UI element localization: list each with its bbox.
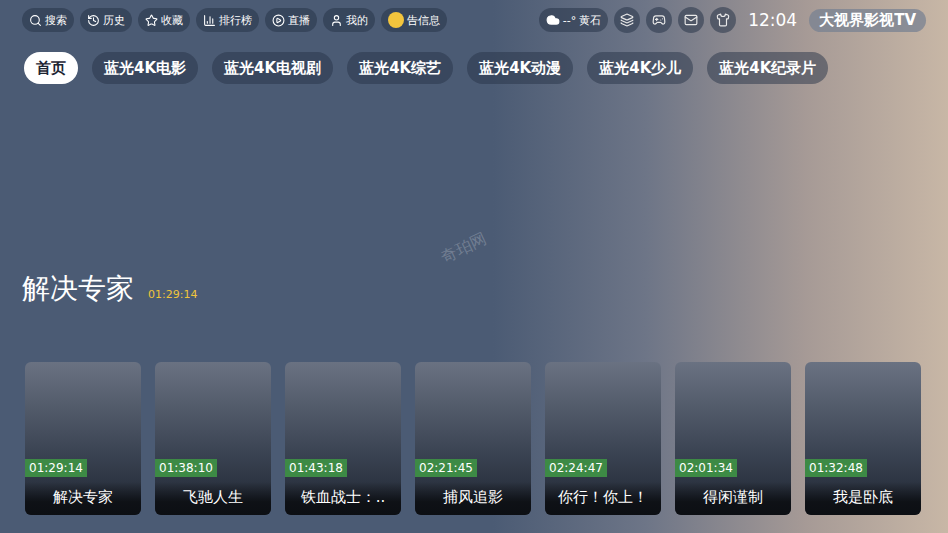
icon-button[interactable] [710,7,736,33]
movie-title: 我是卧底 [805,482,921,515]
top-button[interactable]: 搜索 [22,8,74,32]
top-bar: 搜索历史收藏排行榜直播我的告信息 --°黄石 12:04 大视界影视TV [22,7,926,33]
movie-card[interactable]: 02:21:45 捕风追影 [415,362,531,515]
cloud-icon [546,13,560,27]
icon-button[interactable] [614,7,640,33]
history-icon [87,14,100,27]
app-name: 大视界影视TV [809,9,926,32]
category-tab[interactable]: 蓝光4K少儿 [587,52,693,84]
shirt-icon [716,13,730,27]
featured-title: 解决专家 [22,270,134,308]
category-tab[interactable]: 蓝光4K电视剧 [212,52,333,84]
top-button[interactable]: 历史 [80,8,132,32]
notice-icon [388,12,404,28]
layers-icon [620,13,634,27]
duration-badge: 02:21:45 [415,459,477,477]
category-tab[interactable]: 蓝光4K纪录片 [707,52,828,84]
top-button[interactable]: 排行榜 [196,8,259,32]
duration-badge: 01:32:48 [805,459,867,477]
movie-card[interactable]: 02:01:34 得闲谨制 [675,362,791,515]
duration-badge: 01:43:18 [285,459,347,477]
watermark: 奇珀网 [438,229,490,268]
gamepad-icon [652,13,666,27]
top-button[interactable]: 收藏 [138,8,190,32]
category-tabs: 首页蓝光4K电影蓝光4K电视剧蓝光4K综艺蓝光4K动漫蓝光4K少儿蓝光4K纪录片 [24,52,926,84]
top-button[interactable]: 我的 [323,8,375,32]
category-tab[interactable]: 蓝光4K综艺 [347,52,453,84]
movie-card[interactable]: 01:29:14 解决专家 [25,362,141,515]
star-icon [145,14,158,27]
play-icon [272,14,285,27]
chart-icon [203,14,216,27]
duration-badge: 01:38:10 [155,459,217,477]
category-tab[interactable]: 首页 [24,52,78,84]
movie-title: 解决专家 [25,482,141,515]
weather: --°黄石 [539,8,608,32]
category-tab[interactable]: 蓝光4K电影 [92,52,198,84]
icon-button[interactable] [678,7,704,33]
search-icon [29,14,42,27]
movie-title: 得闲谨制 [675,482,791,515]
icon-button[interactable] [646,7,672,33]
top-button[interactable]: 直播 [265,8,317,32]
movie-title: 捕风追影 [415,482,531,515]
featured: 解决专家 01:29:14 [22,270,926,308]
mail-icon [684,13,698,27]
featured-duration: 01:29:14 [148,288,197,301]
movie-title: 你行！你上！ [545,482,661,515]
duration-badge: 02:24:47 [545,459,607,477]
duration-badge: 01:29:14 [25,459,87,477]
movie-row: 01:29:14解决专家01:38:10飞驰人生01:43:18铁血战士：..0… [25,362,926,515]
main-content: 解决专家 01:29:14 01:29:14 解决专家 01:38:10 飞驰人生 01:4… [22,84,926,515]
movie-card[interactable]: 01:43:18 铁血战士：.. [285,362,401,515]
clock: 12:04 [748,10,797,30]
movie-card[interactable]: 02:24:47 你行！你上！ [545,362,661,515]
movie-card[interactable]: 01:32:48 我是卧底 [805,362,921,515]
movie-title: 铁血战士：.. [285,482,401,515]
user-icon [330,14,343,27]
app-screen: 搜索历史收藏排行榜直播我的告信息--°黄石12:04大视界影视TV首页蓝光4K电… [0,0,948,533]
movie-title: 飞驰人生 [155,482,271,515]
notice-pill[interactable]: 告信息 [381,8,447,32]
movie-card[interactable]: 01:38:10 飞驰人生 [155,362,271,515]
duration-badge: 02:01:34 [675,459,737,477]
category-tab[interactable]: 蓝光4K动漫 [467,52,573,84]
